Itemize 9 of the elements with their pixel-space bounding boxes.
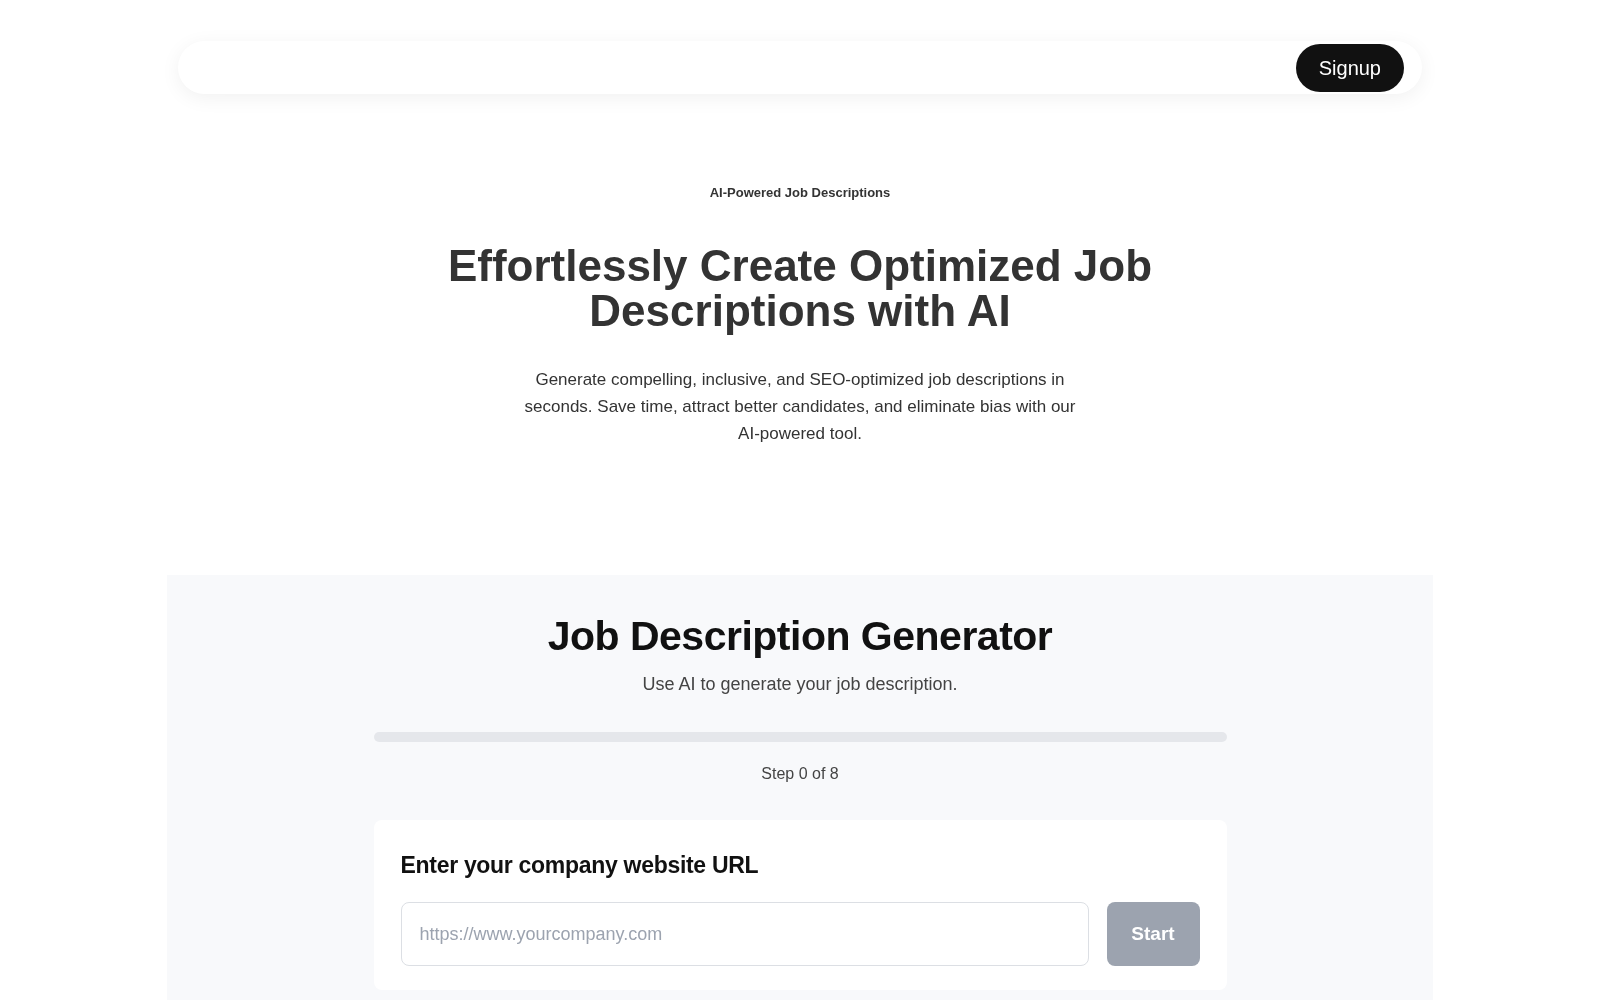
generator-subtitle: Use AI to generate your job description. [642, 672, 958, 696]
step-label: Step 0 of 8 [761, 763, 839, 784]
hero-heading: Effortlessly Create Optimized Job Descriptions with AI [446, 242, 1154, 333]
hero-description: Generate compelling, inclusive, and SEO-optimized job descriptions in seconds. Save time, attract better candidates, and eliminate bias with our AI-powered tool. [523, 368, 1077, 445]
card-title: Enter your company website URL [400, 850, 760, 880]
url-input-field[interactable]: https://www.yourcompany.com [400, 902, 1089, 966]
eyebrow-text: AI-Powered Job Descriptions [709, 184, 891, 202]
generator-title: Job Description Generator [547, 611, 1053, 661]
signup-button[interactable]: Signup [1295, 43, 1404, 92]
